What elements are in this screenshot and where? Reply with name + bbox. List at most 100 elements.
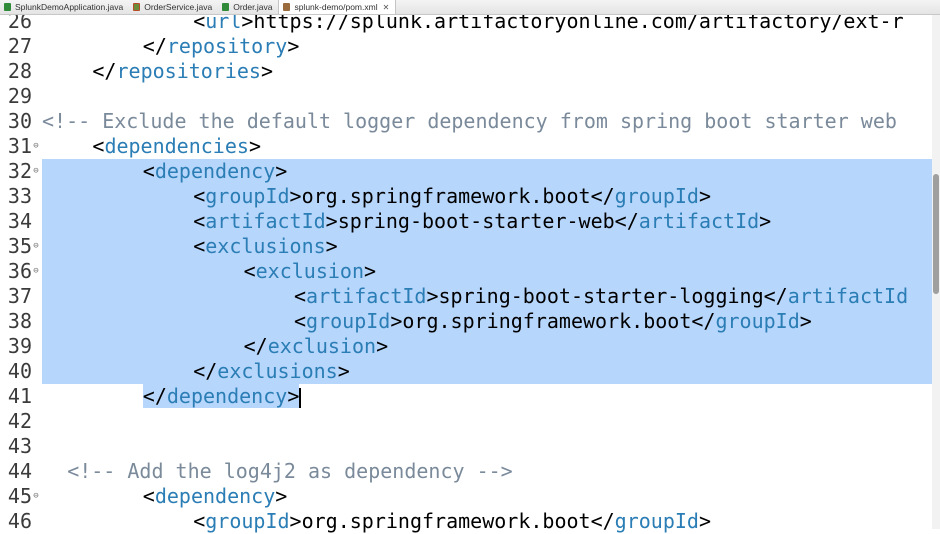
- xml-punctuation: <: [243, 259, 256, 283]
- line-number: 44: [7, 459, 32, 483]
- code-content[interactable]: [42, 409, 940, 434]
- fold-toggle-icon[interactable]: ⊖: [32, 484, 40, 509]
- xml-punctuation: >: [337, 359, 350, 383]
- xml-punctuation: </: [614, 209, 639, 233]
- code-line: 35 ⊖ <exclusions>: [0, 234, 940, 259]
- xml-tag-name: artifactId: [306, 284, 427, 308]
- code-line: 27 </repository>: [0, 34, 940, 59]
- code-line: 37 <artifactId>spring-boot-starter-loggin…: [0, 284, 940, 309]
- xml-punctuation: >: [759, 209, 772, 233]
- line-number: 42: [7, 409, 32, 433]
- xml-punctuation: <: [294, 284, 307, 308]
- editor-tab-bar: SplunkDemoApplication.java OrderService.j…: [0, 0, 940, 15]
- code-content[interactable]: <groupId>org.springframework.boot</group…: [42, 309, 940, 334]
- xml-tag-name: exclusion: [267, 334, 377, 358]
- code-content[interactable]: <dependencies>: [42, 134, 940, 159]
- code-content[interactable]: <artifactId>spring-boot-starter-web</art…: [42, 209, 940, 234]
- xml-punctuation: >: [698, 184, 711, 208]
- xml-punctuation: >: [287, 384, 300, 408]
- line-number: 33: [7, 184, 32, 208]
- line-number: 35: [7, 234, 32, 258]
- code-content[interactable]: <!-- Exclude the default logger dependen…: [42, 109, 940, 134]
- xml-tag-name: exclusions: [217, 359, 338, 383]
- code-line: 45 ⊖ <dependency>: [0, 484, 940, 509]
- line-number: 32: [7, 159, 32, 183]
- xml-punctuation: <: [294, 309, 307, 333]
- code-content[interactable]: </exclusion>: [42, 334, 940, 359]
- xml-punctuation: <: [142, 484, 155, 508]
- line-number: 45: [7, 484, 32, 508]
- tab-label: SplunkDemoApplication.java: [15, 2, 124, 12]
- java-file-error-icon: [133, 3, 141, 11]
- code-content[interactable]: <artifactId>spring-boot-starter-logging<…: [42, 284, 940, 309]
- xml-punctuation: >: [325, 209, 338, 233]
- fold-toggle-icon[interactable]: ⊖: [32, 259, 40, 284]
- xml-punctuation: <: [142, 159, 155, 183]
- editor-tab[interactable]: splunk-demo/pom.xml ✕: [278, 0, 397, 14]
- xml-tag-name: repository: [166, 34, 288, 58]
- fold-toggle-icon[interactable]: ⊖: [32, 159, 40, 184]
- code-content[interactable]: [42, 84, 940, 109]
- xml-punctuation: >: [390, 309, 403, 333]
- code-line: 44 <!-- Add the log4j2 as dependency -->: [0, 459, 940, 484]
- editor-tab[interactable]: Order.java: [218, 0, 278, 14]
- code-editor[interactable]: 26 <url>https://splunk.artifactoryonline.…: [0, 0, 940, 533]
- line-number: 40: [7, 359, 32, 383]
- xml-punctuation: </: [590, 184, 615, 208]
- xml-punctuation: </: [590, 509, 615, 533]
- code-content[interactable]: <groupId>org.springframework.boot</group…: [42, 184, 940, 209]
- line-number: 29: [7, 84, 32, 108]
- line-number: 46: [7, 509, 32, 533]
- line-number: 37: [7, 284, 32, 308]
- code-content[interactable]: </repositories>: [42, 59, 940, 84]
- xml-tag-name: dependency: [154, 159, 276, 183]
- fold-toggle-icon[interactable]: ⊖: [32, 234, 40, 259]
- xml-punctuation: >: [289, 509, 302, 533]
- xml-punctuation: </: [193, 359, 218, 383]
- code-line: 43: [0, 434, 940, 459]
- xml-punctuation: <: [193, 509, 206, 533]
- code-line: 34 <artifactId>spring-boot-starter-web</a…: [0, 209, 940, 234]
- vertical-scrollbar[interactable]: [932, 14, 940, 529]
- tab-label: OrderService.java: [144, 2, 213, 12]
- line-number: 34: [7, 209, 32, 233]
- code-content[interactable]: <groupId>org.springframework.boot</group…: [42, 509, 940, 534]
- editor-tab[interactable]: OrderService.java: [129, 0, 218, 14]
- line-number: 39: [7, 334, 32, 358]
- code-line: 46 <groupId>org.springframework.boot</gro…: [0, 509, 940, 534]
- code-line: 31 ⊖ <dependencies>: [0, 134, 940, 159]
- code-content[interactable]: <dependency>: [42, 484, 940, 509]
- code-content[interactable]: </exclusions>: [42, 359, 940, 384]
- xml-punctuation: >: [799, 309, 812, 333]
- xml-punctuation: >: [376, 334, 389, 358]
- fold-toggle-icon[interactable]: ⊖: [32, 134, 40, 159]
- code-line: 38 <groupId>org.springframework.boot</gro…: [0, 309, 940, 334]
- code-content[interactable]: <dependency>: [42, 159, 940, 184]
- xml-punctuation: </: [763, 284, 788, 308]
- code-content[interactable]: <exclusion>: [42, 259, 940, 284]
- line-number: 38: [7, 309, 32, 333]
- code-content[interactable]: <!-- Add the log4j2 as dependency -->: [42, 459, 940, 484]
- code-content[interactable]: <exclusions>: [42, 234, 940, 259]
- tab-label: splunk-demo/pom.xml: [294, 2, 378, 12]
- xml-comment: <!-- Exclude the default logger dependen…: [42, 109, 897, 133]
- close-tab-icon[interactable]: ✕: [383, 3, 390, 12]
- xml-punctuation: >: [289, 184, 302, 208]
- code-content[interactable]: </repository>: [42, 34, 940, 59]
- xml-tag-name: groupId: [614, 184, 699, 208]
- xml-tag-name: exclusions: [205, 234, 326, 258]
- xml-text-value: spring-boot-starter-web: [337, 209, 615, 233]
- xml-punctuation: >: [248, 134, 261, 158]
- xml-tag-name: repositories: [116, 59, 261, 83]
- code-content[interactable]: </dependency>: [42, 384, 940, 409]
- xml-punctuation: <: [193, 184, 206, 208]
- scrollbar-thumb[interactable]: [933, 174, 939, 294]
- xml-tag-name: artifactId: [205, 209, 326, 233]
- xml-tag-name: exclusion: [255, 259, 365, 283]
- xml-punctuation: >: [260, 59, 274, 83]
- xml-tag-name: dependency: [154, 484, 276, 508]
- editor-tab[interactable]: SplunkDemoApplication.java: [0, 0, 129, 14]
- xml-punctuation: >: [275, 484, 288, 508]
- xml-punctuation: >: [325, 234, 338, 258]
- code-content[interactable]: [42, 434, 940, 459]
